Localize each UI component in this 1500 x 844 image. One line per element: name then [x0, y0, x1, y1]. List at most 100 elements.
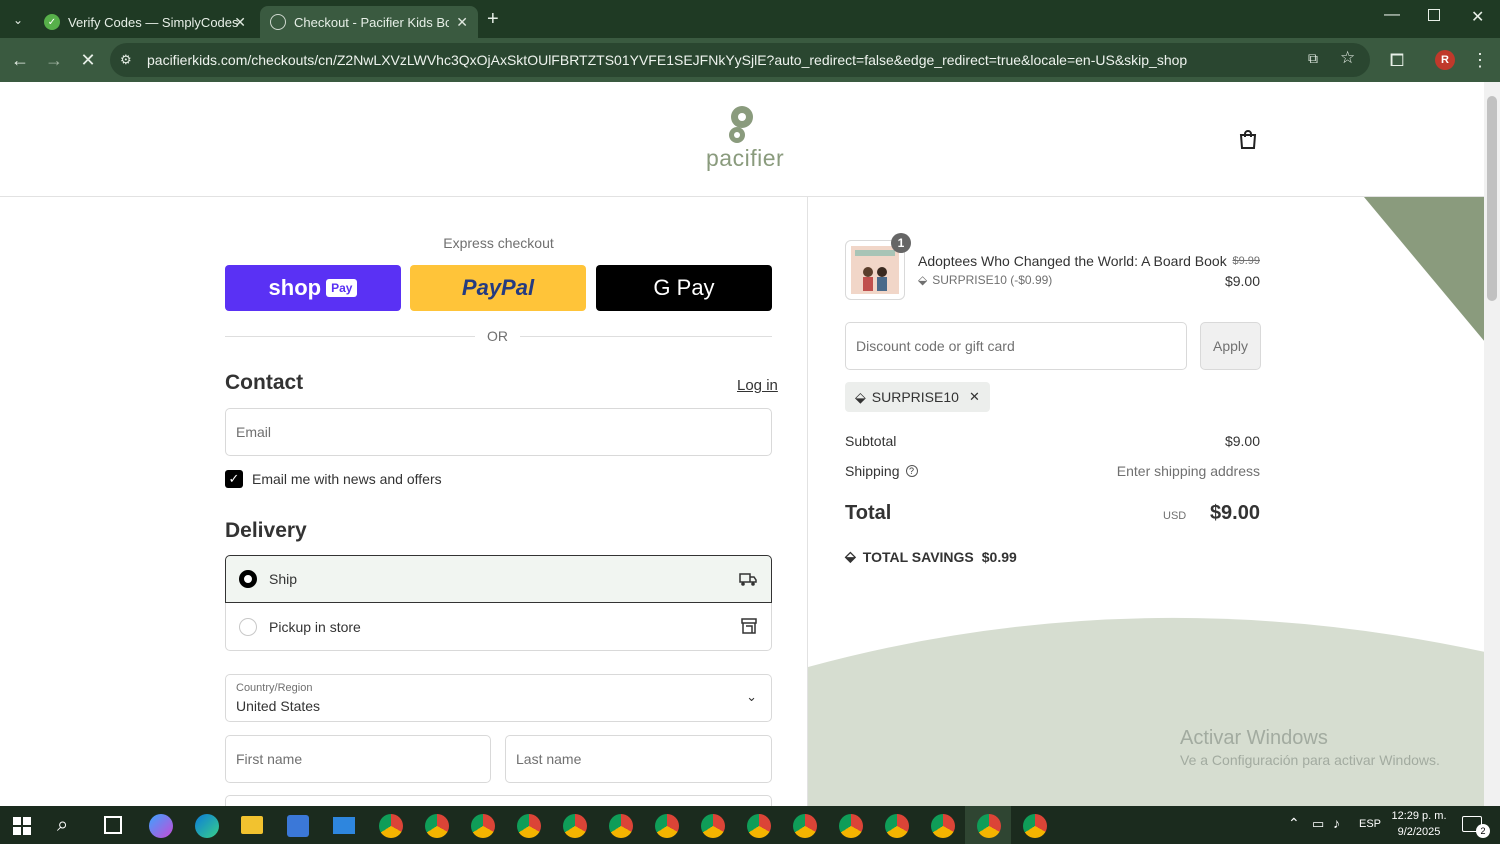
- address-bar[interactable]: ⚙ pacifierkids.com/checkouts/cn/Z2NwLXVz…: [110, 43, 1370, 77]
- news-checkbox-label[interactable]: Email me with news and offers: [252, 471, 442, 487]
- store-icon: [741, 618, 757, 634]
- log-in-link[interactable]: Log in: [737, 377, 778, 394]
- page-scrollbar[interactable]: [1484, 82, 1500, 806]
- url-text[interactable]: pacifierkids.com/checkouts/cn/Z2NwLXVzLW…: [147, 52, 1187, 68]
- chrome-profile-icon[interactable]: [425, 814, 449, 838]
- help-icon[interactable]: ?: [905, 465, 918, 477]
- shipping-label-row: Shipping ?: [845, 463, 918, 479]
- back-icon[interactable]: ←: [8, 48, 32, 72]
- volume-icon[interactable]: ♪: [1333, 815, 1340, 831]
- ship-radio[interactable]: [239, 570, 257, 588]
- extensions-icon[interactable]: ⧠: [1385, 48, 1409, 72]
- windows-start-icon[interactable]: [13, 817, 31, 835]
- chrome-profile-icon-active[interactable]: [977, 814, 1001, 838]
- remove-code-icon[interactable]: ✕: [969, 389, 980, 405]
- close-tab-icon[interactable]: ✕: [234, 14, 246, 31]
- stop-loading-icon[interactable]: ✕: [76, 48, 100, 72]
- apply-button[interactable]: Apply: [1200, 322, 1261, 370]
- tab-title: Verify Codes — SimplyCodes: [68, 14, 239, 30]
- pickup-label: Pickup in store: [269, 618, 361, 635]
- shop-pay-wordmark: shop: [268, 275, 322, 300]
- minimize-icon[interactable]: —: [1384, 6, 1400, 24]
- book-cover-image: [851, 246, 899, 294]
- chrome-profile-icon[interactable]: [609, 814, 633, 838]
- meet-now-icon[interactable]: ▭: [1312, 816, 1324, 832]
- tab-checkout[interactable]: Checkout - Pacifier Kids Boutiqu ✕: [260, 6, 478, 38]
- restore-icon[interactable]: [1428, 9, 1440, 21]
- decorative-background: [808, 197, 1484, 806]
- chrome-profile-icon[interactable]: [655, 814, 679, 838]
- tab-simplycodes[interactable]: ✓ Verify Codes — SimplyCodes ✕: [34, 6, 256, 38]
- country-value: United States: [236, 698, 321, 714]
- address-field[interactable]: [225, 795, 772, 806]
- tab-title: Checkout - Pacifier Kids Boutiqu: [294, 14, 449, 30]
- chrome-profile-icon[interactable]: [931, 814, 955, 838]
- express-checkout-title: Express checkout: [443, 235, 554, 251]
- logo-text[interactable]: pacifier: [706, 145, 784, 172]
- savings-label: TOTAL SAVINGS: [862, 548, 974, 565]
- country-select[interactable]: Country/Region United States ⌄: [225, 674, 772, 722]
- chrome-profile-icon[interactable]: [379, 814, 403, 838]
- menu-kebab-icon[interactable]: ⋮: [1468, 48, 1492, 72]
- edge-icon[interactable]: [195, 814, 219, 838]
- copilot-icon[interactable]: [149, 814, 173, 838]
- shop-pay-button[interactable]: shop Pay: [225, 265, 401, 311]
- file-explorer-icon[interactable]: [241, 816, 263, 834]
- order-summary: 1 Adoptees Who Changed the World: A Boar…: [807, 197, 1484, 806]
- chrome-profile-icon[interactable]: [701, 814, 725, 838]
- ship-label: Ship: [269, 571, 298, 587]
- total-value: $9.00: [1209, 502, 1260, 524]
- first-name-field[interactable]: First name: [225, 735, 491, 783]
- subtotal-value: $9.00: [1224, 433, 1260, 449]
- clock-date[interactable]: 9/2/2025: [1390, 826, 1448, 838]
- tab-list-chevron-icon[interactable]: ⌄: [8, 10, 28, 30]
- paypal-button[interactable]: PayPal: [410, 265, 586, 311]
- tag-icon: ⬙: [845, 548, 856, 564]
- google-pay-wordmark: G Pay: [653, 275, 715, 300]
- simplycodes-favicon-icon: ✓: [44, 14, 60, 30]
- scroll-thumb[interactable]: [1487, 96, 1497, 301]
- translate-icon[interactable]: ⧉: [1308, 50, 1318, 67]
- last-name-field[interactable]: Last name: [505, 735, 772, 783]
- pickup-radio[interactable]: [239, 617, 257, 636]
- close-window-icon[interactable]: ✕: [1471, 7, 1484, 27]
- profile-avatar[interactable]: R: [1435, 50, 1455, 70]
- delivery-option-pickup[interactable]: Pickup in store: [225, 603, 772, 651]
- email-field[interactable]: Email: [225, 408, 772, 456]
- divider: [520, 336, 772, 337]
- chrome-profile-icon[interactable]: [885, 814, 909, 838]
- mail-icon[interactable]: [333, 817, 355, 834]
- checkout-page: pacifier Express checkout shop Pay PayPa…: [0, 82, 1484, 806]
- chrome-profile-icon[interactable]: [1023, 814, 1047, 838]
- product-discount-text: SURPRISE10 (-$0.99): [932, 273, 1053, 287]
- quantity-badge: 1: [891, 233, 911, 253]
- search-icon[interactable]: ⌕: [57, 814, 68, 837]
- close-tab-icon[interactable]: ✕: [456, 14, 468, 31]
- first-name-placeholder: First name: [236, 751, 303, 767]
- chrome-profile-icon[interactable]: [563, 814, 587, 838]
- site-info-icon[interactable]: ⚙: [120, 52, 132, 68]
- language-indicator[interactable]: ESP: [1359, 818, 1381, 830]
- chrome-profile-icon[interactable]: [471, 814, 495, 838]
- shopping-bag-icon[interactable]: [1237, 128, 1259, 150]
- chrome-profile-icon[interactable]: [839, 814, 863, 838]
- shipping-value: Enter shipping address: [1116, 463, 1260, 479]
- pacifier-logo-icon[interactable]: [724, 104, 760, 146]
- chrome-profile-icon[interactable]: [747, 814, 771, 838]
- activation-watermark-text: Ve a Configuración para activar Windows.: [1180, 752, 1440, 768]
- new-tab-icon[interactable]: +: [487, 8, 499, 31]
- truck-icon: [739, 573, 757, 586]
- chrome-profile-icon[interactable]: [517, 814, 541, 838]
- clock-time[interactable]: 12:29 p. m.: [1390, 810, 1448, 822]
- store-app-icon[interactable]: [287, 815, 309, 837]
- forward-icon[interactable]: →: [42, 48, 66, 72]
- delivery-option-ship[interactable]: Ship: [225, 555, 772, 603]
- discount-code-input[interactable]: Discount code or gift card: [845, 322, 1187, 370]
- product-discount: ⬙ SURPRISE10 (-$0.99): [918, 273, 1052, 287]
- google-pay-button[interactable]: G Pay: [596, 265, 772, 311]
- chrome-profile-icon[interactable]: [793, 814, 817, 838]
- news-checkbox[interactable]: ✓: [225, 470, 243, 488]
- bookmark-star-icon[interactable]: ☆: [1340, 48, 1355, 68]
- tray-chevron-icon[interactable]: ⌃: [1288, 815, 1300, 832]
- task-view-icon[interactable]: [104, 816, 122, 834]
